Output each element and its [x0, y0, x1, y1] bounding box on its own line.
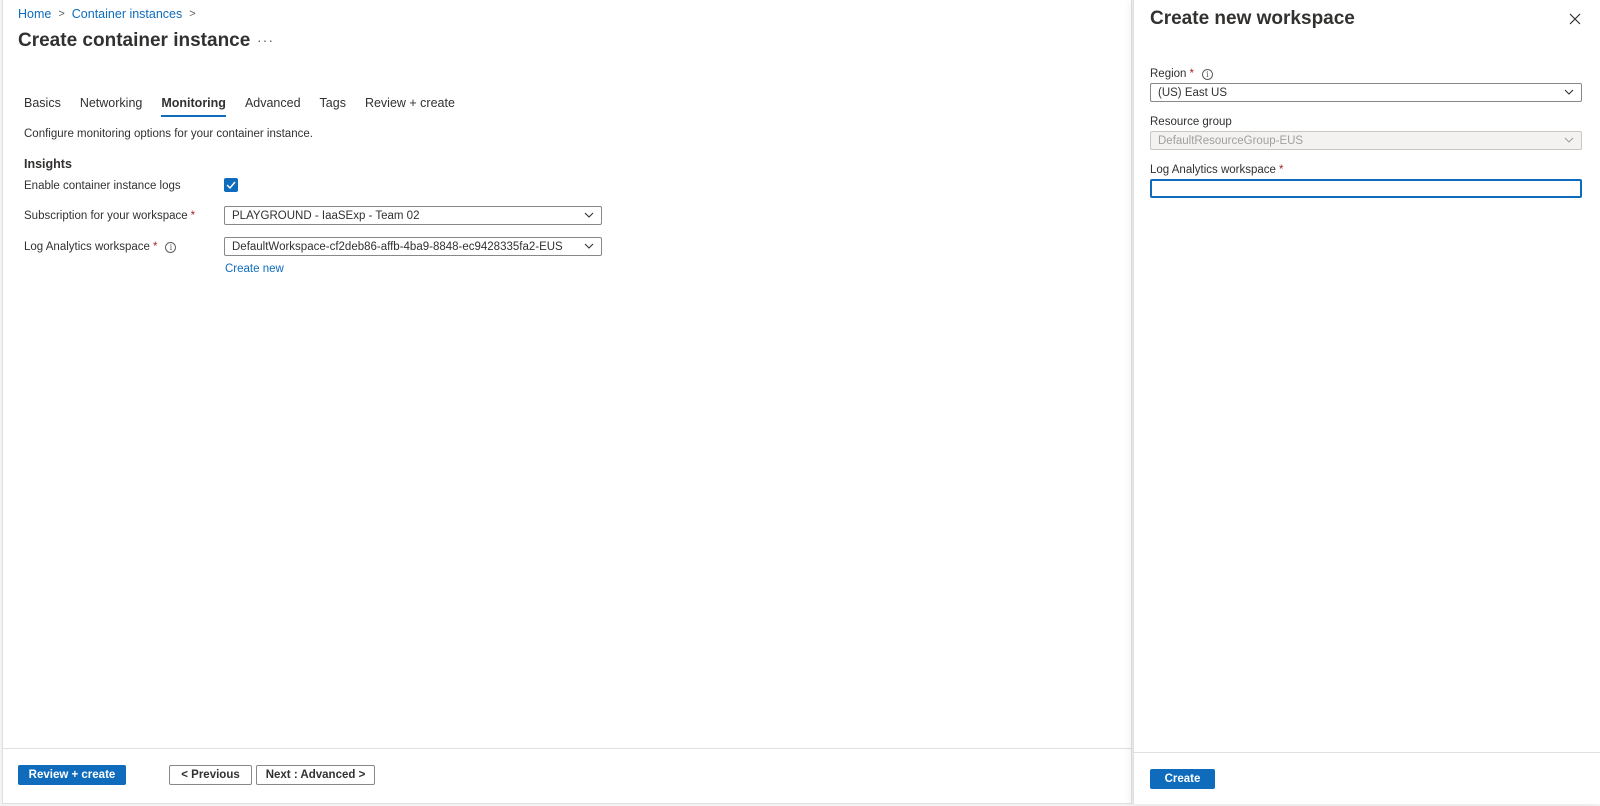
subscription-select[interactable]: PLAYGROUND - IaaSExp - Team 02: [224, 206, 602, 225]
resource-group-value: DefaultResourceGroup-EUS: [1158, 134, 1304, 147]
more-options-icon[interactable]: ···: [257, 32, 274, 48]
chevron-down-icon: [1564, 137, 1574, 143]
breadcrumb: Home > Container instances >: [18, 7, 203, 21]
tab-advanced[interactable]: Advanced: [245, 96, 301, 117]
close-icon[interactable]: [1568, 12, 1582, 26]
breadcrumb-container-instances[interactable]: Container instances: [72, 7, 182, 21]
chevron-down-icon: [584, 212, 594, 218]
workspace-select[interactable]: DefaultWorkspace-cf2deb86-affb-4ba9-8848…: [224, 237, 602, 256]
monitoring-description: Configure monitoring options for your co…: [24, 128, 313, 140]
required-marker: *: [1189, 68, 1194, 80]
region-label-text: Region: [1150, 68, 1187, 80]
tab-basics[interactable]: Basics: [24, 96, 61, 117]
tab-tags[interactable]: Tags: [320, 96, 346, 117]
tab-bar: Basics Networking Monitoring Advanced Ta…: [24, 96, 474, 117]
info-icon[interactable]: i: [1201, 68, 1213, 80]
info-icon[interactable]: i: [165, 241, 177, 253]
insights-heading: Insights: [24, 157, 72, 171]
main-blade: Home > Container instances > Create cont…: [2, 0, 1132, 804]
region-value: (US) East US: [1158, 86, 1228, 99]
resource-group-label: Resource group: [1150, 116, 1232, 128]
next-advanced-button[interactable]: Next : Advanced >: [256, 765, 375, 785]
review-create-button[interactable]: Review + create: [18, 765, 126, 785]
enable-logs-checkbox[interactable]: [224, 178, 238, 192]
workspace-value: DefaultWorkspace-cf2deb86-affb-4ba9-8848…: [232, 240, 563, 253]
subscription-label: Subscription for your workspace *: [24, 210, 195, 222]
panel-title: Create new workspace: [1150, 8, 1355, 29]
create-workspace-panel: Create new workspace Region * i (US) Eas…: [1133, 0, 1600, 804]
panel-workspace-label-text: Log Analytics workspace: [1150, 164, 1276, 176]
tab-monitoring[interactable]: Monitoring: [161, 96, 226, 117]
chevron-right-icon: >: [189, 8, 196, 20]
panel-workspace-label: Log Analytics workspace *: [1150, 164, 1283, 176]
workspace-name-input[interactable]: [1150, 179, 1582, 198]
subscription-label-text: Subscription for your workspace: [24, 210, 188, 222]
chevron-right-icon: >: [58, 8, 65, 20]
region-select[interactable]: (US) East US: [1150, 83, 1582, 102]
breadcrumb-home[interactable]: Home: [18, 7, 51, 21]
required-marker: *: [190, 210, 196, 222]
subscription-value: PLAYGROUND - IaaSExp - Team 02: [232, 209, 420, 222]
create-button[interactable]: Create: [1150, 769, 1215, 789]
workspace-label: Log Analytics workspace * i: [24, 241, 177, 253]
chevron-down-icon: [584, 243, 594, 249]
workspace-label-text: Log Analytics workspace: [24, 241, 150, 253]
resource-group-label-text: Resource group: [1150, 116, 1232, 128]
enable-logs-label: Enable container instance logs: [24, 180, 181, 192]
region-label: Region * i: [1150, 68, 1213, 80]
resource-group-select: DefaultResourceGroup-EUS: [1150, 131, 1582, 150]
chevron-down-icon: [1564, 89, 1574, 95]
checkmark-icon: [226, 181, 236, 189]
create-new-link[interactable]: Create new: [225, 263, 284, 275]
page-title: Create container instance: [18, 30, 251, 51]
required-marker: *: [152, 241, 158, 253]
footer-divider: [3, 748, 1131, 749]
required-marker: *: [1278, 164, 1284, 176]
panel-footer-divider: [1134, 752, 1600, 753]
tab-networking[interactable]: Networking: [80, 96, 143, 117]
previous-button[interactable]: < Previous: [169, 765, 252, 785]
enable-logs-label-text: Enable container instance logs: [24, 180, 181, 192]
tab-review-create[interactable]: Review + create: [365, 96, 455, 117]
